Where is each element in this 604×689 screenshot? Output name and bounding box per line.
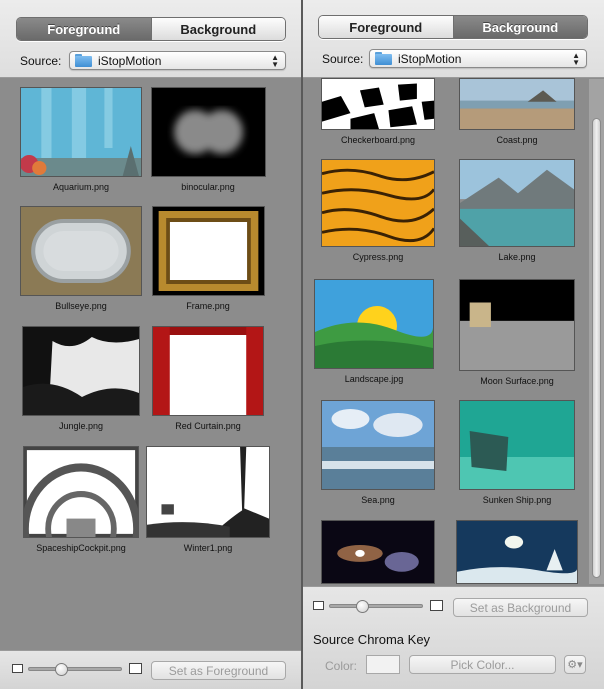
thumbnail-label: Bullseye.png <box>55 301 107 311</box>
chroma-key-title: Source Chroma Key <box>313 632 431 647</box>
folder-icon <box>375 52 392 65</box>
sea-thumbnail[interactable] <box>321 400 435 490</box>
thumbnail-item[interactable]: Moon Surface.png <box>452 279 582 386</box>
thumbnail-label: Landscape.jpg <box>344 374 404 384</box>
galaxy-thumbnail[interactable] <box>321 520 435 584</box>
large-thumbnail-icon <box>430 600 443 611</box>
thumbnail-label: Cypress.png <box>352 252 404 262</box>
zoom-slider-knob[interactable] <box>55 663 68 676</box>
source-select[interactable]: iStopMotion ▲ ▼ <box>369 49 587 68</box>
right-toolbar: Foreground Background Source: iStopMotio… <box>303 0 604 78</box>
coast-thumbnail[interactable] <box>459 78 575 130</box>
right-bottom-bar: Set as Background Source Chroma Key Colo… <box>303 586 604 689</box>
zoom-slider-knob[interactable] <box>356 600 369 613</box>
thumbnail-label: Winter1.png <box>183 543 233 553</box>
thumbnail-label: binocular.png <box>181 182 235 192</box>
curtain-thumbnail[interactable] <box>152 326 264 416</box>
thumbnail-item[interactable]: Winter1.png <box>143 446 273 553</box>
stepper-arrows-icon: ▲ ▼ <box>271 53 279 69</box>
thumbnail-label: Frame.png <box>186 301 230 311</box>
lake-thumbnail[interactable] <box>459 159 575 247</box>
thumbnail-item[interactable]: binocular.png <box>143 87 273 192</box>
folder-icon <box>75 54 92 67</box>
source-label: Source: <box>322 52 364 66</box>
stepper-arrows-icon: ▲ ▼ <box>572 51 580 67</box>
thumbnail-item[interactable]: Checkerboard.png <box>313 78 443 145</box>
zoom-slider-track[interactable] <box>28 667 122 671</box>
thumbnail-label: Red Curtain.png <box>175 421 241 431</box>
thumbnail-label: Jungle.png <box>58 421 104 431</box>
color-swatch[interactable] <box>366 655 400 674</box>
background-panel: Foreground Background Source: iStopMotio… <box>303 0 604 689</box>
pick-color-button[interactable]: Pick Color... <box>409 655 556 674</box>
thumbnail-item[interactable]: Jungle.png <box>16 326 146 431</box>
cockpit-thumbnail[interactable] <box>23 446 139 538</box>
moon-thumbnail[interactable] <box>459 279 575 371</box>
thumbnail-item[interactable]: Landscape.jpg <box>309 279 439 384</box>
ship-thumbnail[interactable] <box>459 400 575 490</box>
thumbnail-item[interactable]: SpaceshipCockpit.png <box>16 446 146 553</box>
thumbnail-label: Aquarium.png <box>52 182 110 192</box>
set-as-foreground-button[interactable]: Set as Foreground <box>151 661 286 680</box>
tab-foreground[interactable]: Foreground <box>17 18 151 40</box>
thumbnail-item[interactable]: Bullseye.png <box>16 206 146 311</box>
thumbnail-item[interactable]: Lake.png <box>452 159 582 262</box>
binocular-thumbnail[interactable] <box>150 87 266 177</box>
winter-thumbnail[interactable] <box>146 446 270 538</box>
snow-thumbnail[interactable] <box>456 520 578 584</box>
tab-background[interactable]: Background <box>150 18 285 40</box>
left-tab-switcher: Foreground Background <box>16 17 286 41</box>
color-label: Color: <box>325 659 358 673</box>
thumbnail-item[interactable]: Sea.png <box>313 400 443 505</box>
source-select-value: iStopMotion <box>398 51 462 66</box>
checker-thumbnail[interactable] <box>321 78 435 130</box>
small-thumbnail-icon <box>12 664 23 673</box>
thumbnail-label: Sea.png <box>361 495 395 505</box>
thumbnail-item[interactable] <box>452 520 582 589</box>
source-label: Source: <box>20 54 62 68</box>
aquarium-thumbnail[interactable] <box>20 87 142 177</box>
thumbnail-label: Sunken Ship.png <box>482 495 552 505</box>
gear-icon[interactable]: ⚙▾ <box>564 655 586 674</box>
bullseye-thumbnail[interactable] <box>20 206 142 296</box>
thumbnail-item[interactable]: Red Curtain.png <box>143 326 273 431</box>
scrollbar-thumb[interactable] <box>592 118 601 578</box>
thumbnail-item[interactable]: Frame.png <box>143 206 273 311</box>
jungle-thumbnail[interactable] <box>22 326 140 416</box>
set-as-background-button[interactable]: Set as Background <box>453 598 588 617</box>
thumbnail-item[interactable]: Cypress.png <box>313 159 443 262</box>
thumbnail-item[interactable]: Coast.png <box>452 78 582 145</box>
thumbnail-label: Lake.png <box>498 252 536 262</box>
left-toolbar: Foreground Background Source: iStopMotio… <box>0 0 301 78</box>
landscape-thumbnail[interactable] <box>314 279 434 369</box>
tab-foreground[interactable]: Foreground <box>319 16 453 38</box>
left-bottom-bar: Set as Foreground <box>0 650 301 689</box>
thumbnail-label: SpaceshipCockpit.png <box>36 543 126 553</box>
source-select-value: iStopMotion <box>98 53 162 68</box>
cypress-thumbnail[interactable] <box>321 159 435 247</box>
frame-thumbnail[interactable] <box>151 206 265 296</box>
thumbnail-item[interactable]: Aquarium.png <box>16 87 146 192</box>
small-thumbnail-icon <box>313 601 324 610</box>
tab-background[interactable]: Background <box>452 16 587 38</box>
thumbnail-label: Checkerboard.png <box>340 135 416 145</box>
foreground-panel: Foreground Background Source: iStopMotio… <box>0 0 301 689</box>
thumbnail-item[interactable] <box>313 520 443 589</box>
source-select[interactable]: iStopMotion ▲ ▼ <box>69 51 286 70</box>
thumbnail-label: Moon Surface.png <box>480 376 554 386</box>
thumbnail-item[interactable]: Sunken Ship.png <box>452 400 582 505</box>
thumbnail-label: Coast.png <box>496 135 538 145</box>
large-thumbnail-icon <box>129 663 142 674</box>
zoom-slider-track[interactable] <box>329 604 423 608</box>
right-tab-switcher: Foreground Background <box>318 15 588 39</box>
